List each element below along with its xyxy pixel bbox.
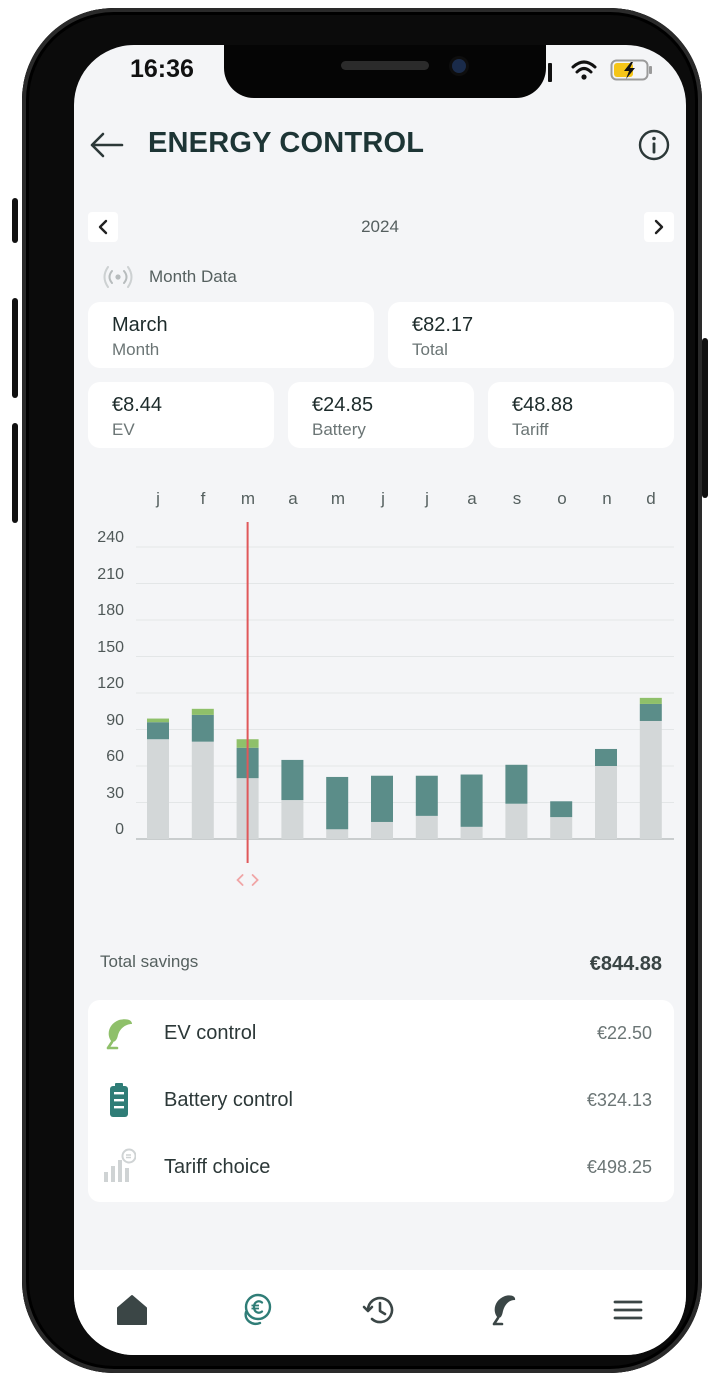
bar-segment — [550, 817, 573, 839]
bar-segment — [415, 815, 438, 839]
bar-segment — [281, 759, 304, 801]
bar-segment — [595, 766, 617, 839]
bar-segment — [505, 803, 528, 839]
history-icon[interactable] — [360, 1290, 400, 1330]
savings-list: EV control €22.50 Battery control €324.1… — [88, 1000, 674, 1202]
drag-handle-icon — [236, 874, 259, 886]
power-button — [702, 338, 708, 498]
bar-segment — [415, 775, 438, 816]
mute-switch — [12, 198, 18, 243]
home-icon[interactable] — [112, 1290, 152, 1330]
ev-control-label: EV control — [164, 1022, 257, 1044]
volume-down-button — [12, 423, 18, 523]
tariff-choice-label: Tariff choice — [164, 1156, 271, 1178]
phone-frame: 16:36 ENERGY CONTROL 2024 Month Data Mar… — [12, 8, 708, 1373]
bottom-tab-bar — [74, 1270, 686, 1355]
ev-charger-icon[interactable] — [484, 1290, 524, 1330]
battery-control-label: Battery control — [164, 1089, 293, 1111]
energy-chart — [136, 522, 674, 886]
bar-segment — [191, 708, 214, 715]
bar-segment — [639, 703, 662, 721]
list-item-battery-control[interactable]: Battery control €324.13 — [88, 1067, 674, 1134]
bar-segment — [326, 829, 349, 839]
bar-segment — [326, 776, 349, 830]
bar-segment — [147, 739, 169, 839]
savings-euro-icon[interactable] — [236, 1290, 276, 1330]
battery-control-value: €324.13 — [586, 1090, 652, 1110]
bar-segment — [281, 800, 304, 839]
bar-segment — [191, 741, 214, 839]
bar-segment — [595, 748, 617, 766]
total-savings-value: €844.88 — [589, 953, 662, 975]
bar-segment — [147, 718, 169, 723]
bar-segment — [147, 722, 169, 740]
bar-segment — [460, 826, 483, 839]
screen: 16:36 ENERGY CONTROL 2024 Month Data Mar… — [74, 45, 686, 1355]
list-item-ev-control[interactable]: EV control €22.50 — [88, 1000, 674, 1067]
bar-segment — [639, 697, 662, 704]
bar-segment — [550, 801, 573, 818]
bar-segment — [191, 714, 214, 742]
tariff-euro-icon — [104, 1148, 136, 1182]
bar-segment — [371, 821, 393, 839]
menu-icon[interactable] — [608, 1290, 648, 1330]
volume-up-button — [12, 298, 18, 398]
bar-segment — [371, 775, 393, 822]
bar-segment — [639, 720, 662, 839]
bar-segment — [460, 774, 483, 827]
total-savings-label: Total savings — [100, 952, 199, 971]
tariff-choice-value: €498.25 — [586, 1157, 652, 1177]
list-item-tariff-choice[interactable]: Tariff choice €498.25 — [88, 1134, 674, 1201]
ev-plug-icon — [106, 1019, 132, 1050]
bar-segment — [505, 764, 528, 804]
battery-icon — [110, 1083, 128, 1117]
ev-control-value: €22.50 — [596, 1023, 652, 1043]
